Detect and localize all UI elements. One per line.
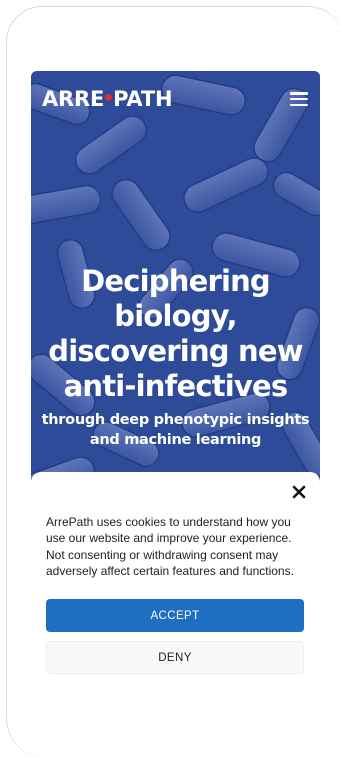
logo-dot-icon [105, 93, 113, 101]
close-icon[interactable] [292, 485, 306, 499]
cookie-consent-banner: ArrePath uses cookies to understand how … [31, 472, 320, 696]
hero-section: ARRE PATH Deciphering biology, discoverin… [31, 71, 320, 496]
accept-button[interactable]: ACCEPT [46, 599, 304, 632]
arrepath-logo[interactable]: ARRE PATH [42, 87, 173, 111]
hero-subtitle: through deep phenotypic insights and mac… [41, 412, 310, 448]
deny-button[interactable]: DENY [46, 641, 304, 674]
mobile-screen: ARRE PATH Deciphering biology, discoverin… [31, 71, 320, 696]
logo-text-right: PATH [113, 87, 173, 111]
cookie-message: ArrePath uses cookies to understand how … [46, 515, 294, 578]
site-header: ARRE PATH [31, 71, 320, 127]
logo-text-left: ARRE [42, 87, 105, 111]
hero-text-block: Deciphering biology, discovering new ant… [31, 264, 320, 450]
hero-title: Deciphering biology, discovering new ant… [48, 264, 303, 403]
hamburger-menu-icon[interactable] [290, 92, 308, 106]
